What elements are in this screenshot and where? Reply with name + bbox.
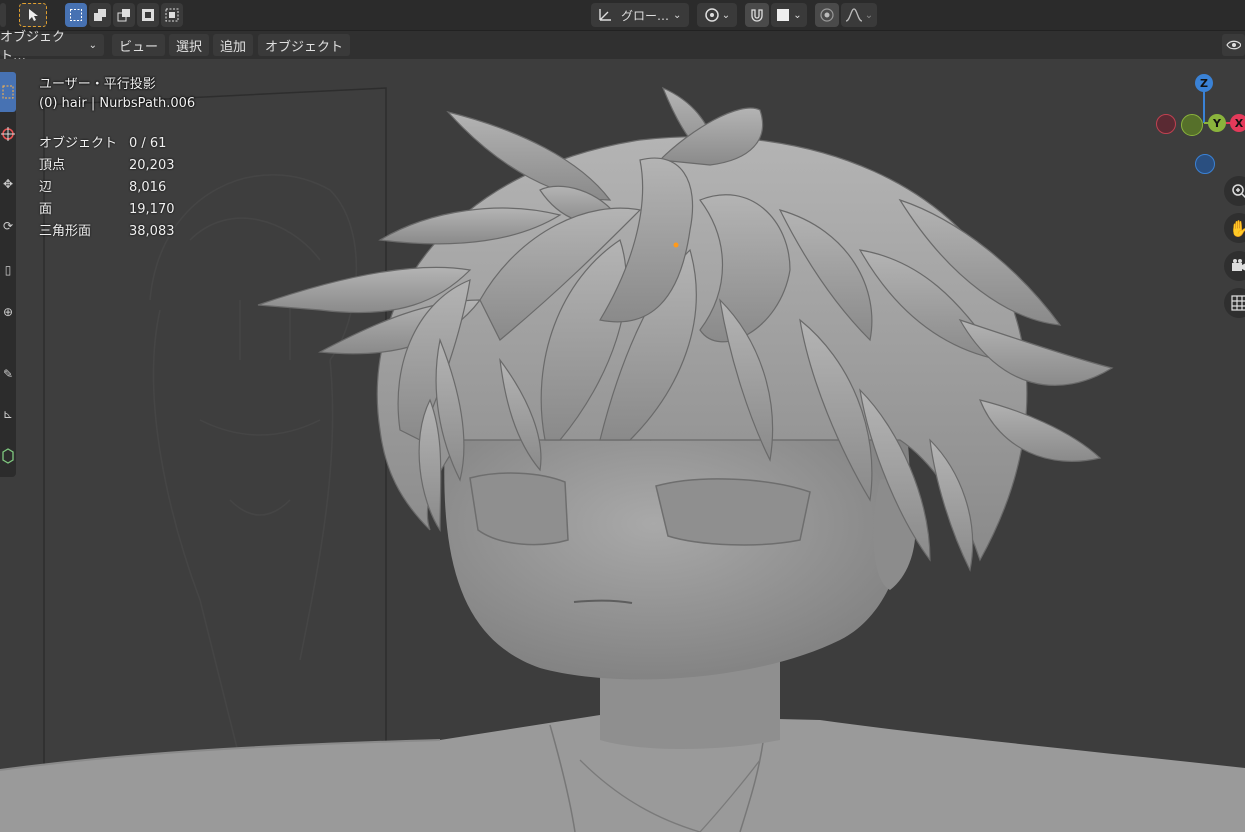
tool-move[interactable]: ✥ <box>0 164 16 204</box>
stats-label: 三角形面 <box>39 224 92 239</box>
tool-scale[interactable]: ▯ <box>0 250 16 290</box>
header-bar: グロー… ⌄ ⌄ ⌄ ⌄ <box>0 0 1245 31</box>
tool-select-box[interactable] <box>0 72 16 112</box>
tool-measure[interactable]: ⊾ <box>0 394 16 434</box>
viewport-scene <box>0 86 1245 832</box>
gizmo-neg-x-axis[interactable] <box>1156 114 1176 134</box>
menu-view[interactable]: ビュー <box>112 34 166 56</box>
visibility-toggle[interactable] <box>1222 34 1245 56</box>
orientation-axes-icon <box>599 9 611 21</box>
3d-viewport[interactable] <box>0 59 1245 832</box>
select-mode-new-button[interactable] <box>65 3 87 27</box>
transform-orientation-dropdown[interactable]: グロー… ⌄ <box>591 3 689 27</box>
select-extend-icon <box>94 9 106 21</box>
tool-cursor[interactable] <box>0 114 16 154</box>
menu-object[interactable]: オブジェクト <box>258 34 351 56</box>
proportional-falloff-dropdown[interactable]: ⌄ <box>841 3 877 27</box>
mode-select-dropdown[interactable]: オブジェクト… ⌄ <box>0 30 104 64</box>
stats-row: 辺 8,016 <box>39 176 166 195</box>
menu-add[interactable]: 追加 <box>213 34 254 56</box>
select-invert-icon <box>142 9 154 21</box>
hand-icon: ✋ <box>1229 218 1245 238</box>
snap-toggle[interactable] <box>745 3 769 27</box>
select-intersect-icon <box>165 8 179 22</box>
select-box-icon <box>70 9 82 21</box>
chevron-down-icon: ⌄ <box>864 9 874 21</box>
stats-value: 20,203 <box>129 158 175 173</box>
select-tool-button[interactable] <box>19 3 47 27</box>
gizmo-y-axis[interactable]: Y <box>1208 114 1226 132</box>
gizmo-neg-z-axis[interactable] <box>1195 154 1215 174</box>
object-origin <box>673 242 679 248</box>
transform-icon: ⊕ <box>2 305 14 319</box>
pivot-point-icon <box>705 8 719 22</box>
menu-select[interactable]: 選択 <box>169 34 210 56</box>
snap-increment-icon <box>777 9 790 21</box>
head-mesh <box>444 420 916 680</box>
measure-icon: ⊾ <box>2 407 14 421</box>
viewport-menu-bar: オブジェクト… ⌄ ビュー 選択 追加 オブジェクト <box>0 30 1245 64</box>
stats-value: 8,016 <box>129 180 167 195</box>
annotate-icon: ✎ <box>2 367 14 381</box>
scale-icon: ▯ <box>4 263 12 277</box>
stats-value: 38,083 <box>129 224 175 239</box>
tool-rotate[interactable]: ⟳ <box>0 206 16 246</box>
stats-row: 面 19,170 <box>39 198 175 217</box>
stats-label: 辺 <box>39 180 53 195</box>
tool-annotate[interactable]: ✎ <box>0 354 16 394</box>
header-edge <box>0 3 6 27</box>
stats-label: 頂点 <box>39 158 66 173</box>
stats-label: 面 <box>39 202 53 217</box>
active-object-name: (0) hair | NurbsPath.006 <box>39 96 196 111</box>
stats-label: オブジェクト <box>39 136 118 151</box>
transform-orientation-label: グロー… <box>621 8 670 23</box>
tool-add-cube[interactable] <box>0 436 16 476</box>
select-mode-subtract-button[interactable] <box>113 3 135 27</box>
cursor-arrow-icon <box>29 9 38 21</box>
navigation-gizmo[interactable]: Z Y X <box>1150 70 1245 180</box>
stats-value: 19,170 <box>129 202 175 217</box>
zoom-icon <box>1232 184 1245 199</box>
add-cube-icon <box>2 448 14 464</box>
cursor-3d-icon <box>1 127 15 141</box>
rotate-icon: ⟳ <box>2 219 14 233</box>
eye-icon <box>1226 40 1241 50</box>
gizmo-z-axis[interactable]: Z <box>1195 74 1213 92</box>
chevron-down-icon: ⌄ <box>88 39 97 51</box>
chevron-down-icon: ⌄ <box>721 9 731 21</box>
stats-row: 頂点 20,203 <box>39 154 175 173</box>
select-subtract-icon <box>117 9 130 22</box>
grid-icon <box>1231 295 1245 311</box>
stats-row: オブジェクト 0 / 61 <box>39 132 166 151</box>
proportional-edit-toggle[interactable] <box>815 3 839 27</box>
select-mode-extend-button[interactable] <box>89 3 111 27</box>
view-name: ユーザー・平行投影 <box>39 77 156 92</box>
falloff-curve-icon <box>845 8 863 22</box>
tool-transform[interactable]: ⊕ <box>0 292 16 332</box>
gizmo-x-axis[interactable]: X <box>1230 114 1245 132</box>
magnet-icon <box>751 9 763 22</box>
pivot-point-dropdown[interactable]: ⌄ <box>697 3 737 27</box>
chevron-down-icon: ⌄ <box>673 9 682 21</box>
select-mode-intersect-button[interactable] <box>161 3 183 27</box>
tool-shelf: ✥ ⟳ ▯ ⊕ ✎ ⊾ <box>0 72 16 477</box>
camera-icon <box>1232 259 1245 271</box>
stats-row: 三角形面 38,083 <box>39 220 175 239</box>
stats-value: 0 / 61 <box>129 136 167 151</box>
proportional-edit-icon <box>820 8 834 22</box>
select-box-icon <box>2 85 14 99</box>
move-icon: ✥ <box>2 177 14 191</box>
select-mode-invert-button[interactable] <box>137 3 159 27</box>
chevron-down-icon: ⌄ <box>793 9 802 21</box>
snap-target-dropdown[interactable]: ⌄ <box>771 3 807 27</box>
gizmo-neg-y-axis[interactable] <box>1181 114 1203 136</box>
